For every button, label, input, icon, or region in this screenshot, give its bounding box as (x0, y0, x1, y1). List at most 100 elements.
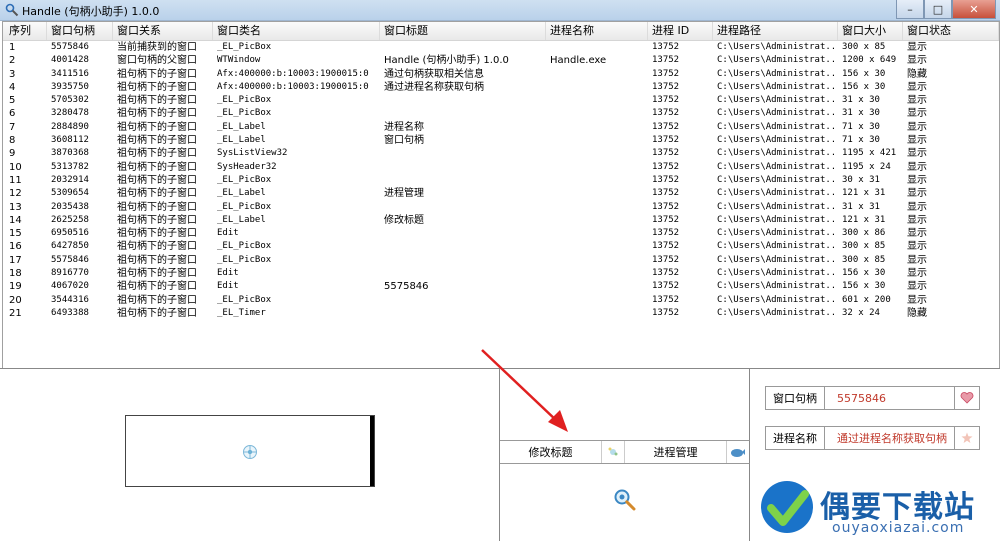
table-row[interactable]: 2 4001428 窗口句柄的父窗口 WTWindow Handle (句柄小助手) 1… (3, 54, 999, 67)
column-header[interactable]: 进程路径 (713, 22, 838, 40)
table-row[interactable]: 17 5575846 祖句柄下的子窗口 _EL_PicBox 13752 C:\Users… (3, 254, 999, 267)
heart-icon (960, 392, 974, 404)
table-row[interactable]: 21 6493388 祖句柄下的子窗口 _EL_Timer 13752 C:\Users\… (3, 307, 999, 320)
table-cell (546, 214, 648, 227)
edit-title-icon-button[interactable] (602, 441, 625, 463)
column-header[interactable]: 窗口大小 (838, 22, 903, 40)
table-cell (546, 134, 648, 147)
column-header[interactable]: 窗口标题 (380, 22, 546, 40)
table-cell: 601 x 200 (842, 294, 891, 305)
table-cell (380, 41, 546, 54)
table-cell: 祖句柄下的子窗口 (117, 201, 197, 213)
table-cell: 156 x 30 (842, 281, 886, 292)
table-cell: 显示 (907, 201, 927, 213)
table-cell: 窗口句柄 (384, 135, 424, 147)
table-cell: C:\Users\Administrat... (717, 121, 838, 132)
table-cell: 13752 (652, 281, 680, 292)
table-cell: _EL_PicBox (217, 241, 272, 252)
table-row[interactable]: 10 5313782 祖句柄下的子窗口 SysHeader32 13752 C:\User… (3, 161, 999, 174)
table-cell: C:\Users\Administrat... (717, 174, 838, 185)
table-cell: 进程管理 (384, 188, 424, 200)
maximize-button[interactable]: □ (924, 0, 952, 19)
process-manage-icon-button[interactable] (727, 441, 749, 463)
table-cell: 32 x 24 (842, 307, 880, 318)
process-search-button[interactable] (955, 427, 979, 449)
table-row[interactable]: 12 5309654 祖句柄下的子窗口 _EL_Label 进程管理 13752 C:\Us… (3, 187, 999, 200)
search-icon[interactable] (613, 488, 637, 512)
table-cell (546, 240, 648, 253)
watermark-url: ouyaoxiazai.com (832, 520, 965, 536)
process-manage-button[interactable]: 进程管理 (625, 441, 727, 463)
process-input[interactable]: 通过进程名称获取句柄 (825, 427, 955, 449)
table-cell: 300 x 85 (842, 42, 886, 52)
column-header[interactable]: 序列 (5, 22, 47, 40)
close-button[interactable]: ✕ (952, 0, 996, 19)
table-cell (546, 147, 648, 160)
table-row[interactable]: 7 2884890 祖句柄下的子窗口 _EL_Label 进程名称 13752 C:\Use… (3, 121, 999, 134)
table-cell (546, 307, 648, 320)
column-header[interactable]: 窗口状态 (903, 22, 999, 40)
handle-preview-box[interactable] (125, 415, 375, 487)
table-cell: 显示 (907, 188, 927, 200)
table-cell: 4 (9, 81, 16, 93)
column-header[interactable]: 窗口类名 (213, 22, 380, 40)
whale-icon (731, 449, 745, 457)
edit-title-button[interactable]: 修改标题 (500, 441, 602, 463)
table-cell: 13752 (652, 108, 680, 119)
table-cell: 1 (9, 42, 16, 53)
table-row[interactable]: 6 3280478 祖句柄下的子窗口 _EL_PicBox 13752 C:\Users\… (3, 107, 999, 120)
table-cell: 30 x 31 (842, 174, 880, 185)
table-cell: 祖句柄下的子窗口 (117, 228, 197, 240)
table-cell (546, 267, 648, 280)
table-cell: C:\Users\Administrat... (717, 42, 838, 52)
column-header[interactable]: 进程名称 (546, 22, 648, 40)
table-cell: 6427850 (51, 241, 89, 252)
table-cell: 8 (9, 135, 16, 147)
table-cell: _EL_PicBox (217, 201, 272, 212)
table-row[interactable]: 18 8916770 祖句柄下的子窗口 Edit 13752 C:\Users\Admin… (3, 267, 999, 280)
table-cell (546, 107, 648, 120)
table-row[interactable]: 11 2032914 祖句柄下的子窗口 _EL_PicBox 13752 C:\Users… (3, 174, 999, 187)
table-row[interactable]: 20 3544316 祖句柄下的子窗口 _EL_PicBox 13752 C:\Users… (3, 294, 999, 307)
middle-top-panel (500, 368, 750, 440)
column-header[interactable]: 窗口句柄 (47, 22, 113, 40)
table-row[interactable]: 8 3608112 祖句柄下的子窗口 _EL_Label 窗口句柄 13752 C:\Use… (3, 134, 999, 147)
table-row[interactable]: 16 6427850 祖句柄下的子窗口 _EL_PicBox 13752 C:\Users… (3, 240, 999, 253)
table-cell: 祖句柄下的子窗口 (117, 268, 197, 280)
table-cell (380, 174, 546, 187)
table-cell: 3280478 (51, 108, 89, 119)
table-row[interactable]: 5 5705302 祖句柄下的子窗口 _EL_PicBox 13752 C:\Users\… (3, 94, 999, 107)
table-cell: 5575846 (384, 281, 429, 293)
table-row[interactable]: 14 2625258 祖句柄下的子窗口 _EL_Label 修改标题 13752 C:\Us… (3, 214, 999, 227)
table-cell: 12 (9, 188, 22, 200)
column-header[interactable]: 进程 ID (648, 22, 713, 40)
table-cell: _EL_PicBox (217, 294, 272, 305)
table-row[interactable]: 15 6950516 祖句柄下的子窗口 Edit 13752 C:\Users\Admin… (3, 227, 999, 240)
table-cell (546, 174, 648, 187)
table-cell (380, 307, 546, 320)
table-row[interactable]: 4 3935750 祖句柄下的子窗口 Afx:400000:b:10003:19000… (3, 81, 999, 94)
preview-edge (370, 416, 374, 486)
handle-capture-button[interactable] (955, 387, 979, 409)
window-list-table[interactable]: 序列 窗口句柄 窗口关系 窗口类名 窗口标题 进程名称 进程 ID 进程路径 窗口大小 窗口状态 … (2, 21, 1000, 369)
table-cell: 13 (9, 201, 22, 213)
table-cell: 2884890 (51, 121, 89, 132)
handle-label: 窗口句柄 (766, 387, 825, 409)
table-cell: C:\Users\Administrat... (717, 241, 838, 252)
table-cell: 显示 (907, 268, 927, 280)
table-row[interactable]: 1 5575846 当前捕获到的窗口 _EL_PicBox 13752 C:\Users\… (3, 41, 999, 54)
table-row[interactable]: 13 2035438 祖句柄下的子窗口 _EL_PicBox 13752 C:\Users… (3, 201, 999, 214)
table-cell: Handle (句柄小助手) 1.0.0 (384, 55, 509, 67)
table-cell: 13752 (652, 135, 680, 146)
table-row[interactable]: 19 4067020 祖句柄下的子窗口 Edit 5575846 13752 C:\User… (3, 280, 999, 293)
minimize-button[interactable]: – (896, 0, 924, 19)
column-header[interactable]: 窗口关系 (113, 22, 213, 40)
handle-input[interactable]: 5575846 (825, 387, 955, 409)
table-cell (546, 254, 648, 267)
table-row[interactable]: 3 3411516 祖句柄下的子窗口 Afx:400000:b:10003:19000… (3, 68, 999, 81)
table-cell: 祖句柄下的子窗口 (117, 161, 197, 173)
table-cell: _EL_Timer (217, 307, 266, 318)
table-row[interactable]: 9 3870368 祖句柄下的子窗口 SysListView32 13752 C:\Use… (3, 147, 999, 160)
table-cell: C:\Users\Administrat... (717, 201, 838, 212)
window-title: Handle (句柄小助手) 1.0.0 (22, 5, 160, 18)
